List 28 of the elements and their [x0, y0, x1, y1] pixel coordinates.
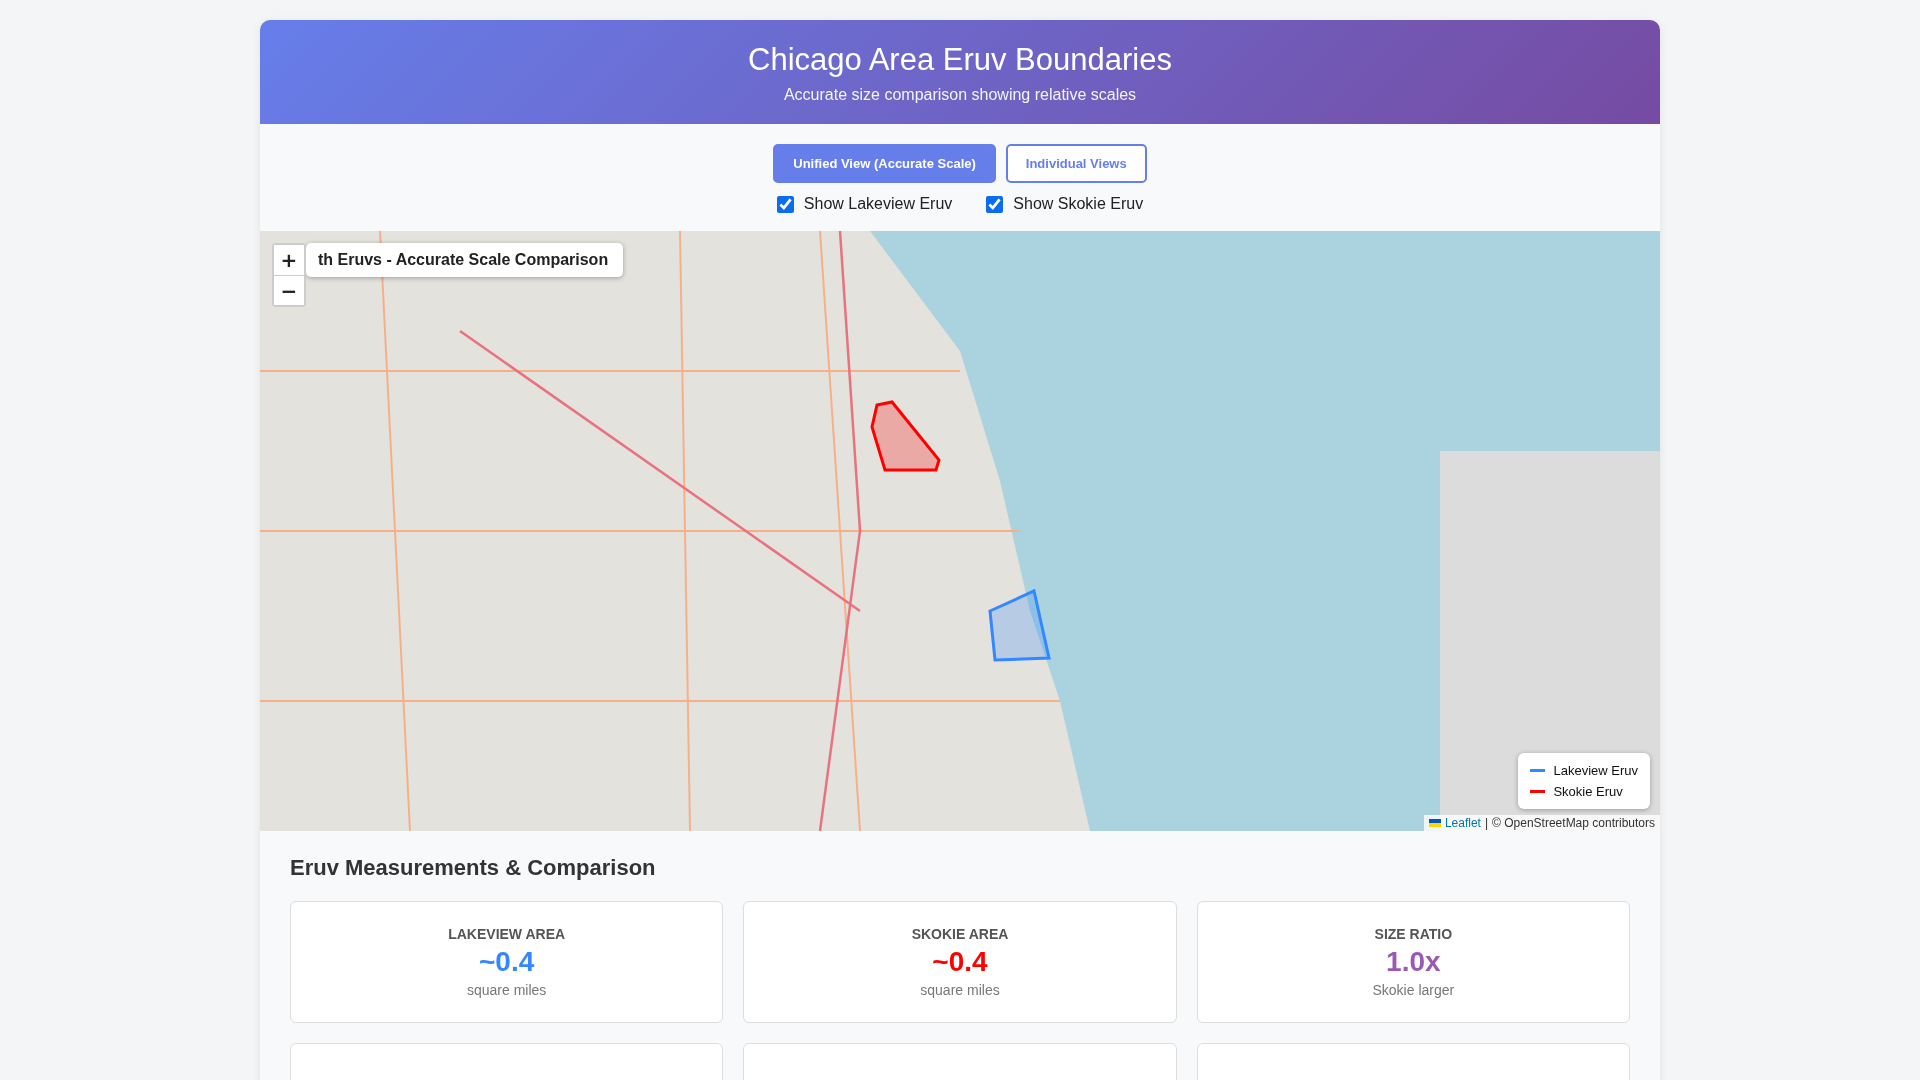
- flag-icon: [1428, 819, 1441, 827]
- map-title: th Eruvs - Accurate Scale Comparison: [306, 243, 624, 277]
- attribution-separator: |: [1484, 816, 1489, 830]
- view-tab[interactable]: Individual Views: [1005, 144, 1147, 183]
- stat-value: 1.0x: [1386, 946, 1441, 978]
- checkbox[interactable]: [986, 195, 1004, 213]
- checkbox-label: Show Lakeview Eruv: [803, 195, 953, 213]
- zoom-out-button[interactable]: −: [274, 275, 304, 305]
- stat-value: ~0.4: [932, 946, 988, 978]
- stat-unit: square miles: [466, 982, 547, 998]
- boundary-polygon[interactable]: [870, 400, 941, 472]
- legend-label: Lakeview Eruv: [1553, 763, 1638, 778]
- section-heading: Eruv Measurements & Comparison: [290, 855, 657, 881]
- boundary-polygon[interactable]: [988, 588, 1051, 662]
- stat-label: SIZE RATIO: [1374, 926, 1453, 942]
- checkbox[interactable]: [776, 195, 794, 213]
- checkbox-label: Show Skokie Eruv: [1013, 195, 1144, 213]
- stat-unit: square miles: [920, 982, 1000, 998]
- stat-unit: Skokie larger: [1372, 982, 1455, 998]
- attribution-text: © OpenStreetMap contributors: [1492, 816, 1655, 830]
- page-title: Chicago Area Eruv Boundaries: [748, 42, 1172, 78]
- leaflet-link[interactable]: Leaflet: [1444, 816, 1481, 830]
- legend-label: Skokie Eruv: [1553, 784, 1623, 799]
- view-tab[interactable]: Unified View (Accurate Scale): [773, 144, 996, 183]
- page-subtitle: Accurate size comparison showing relative scales: [783, 86, 1137, 104]
- stat-label: LAKEVIEW AREA: [448, 926, 566, 942]
- stat-label: SKOKIE AREA: [911, 926, 1009, 942]
- stat-value: ~0.4: [479, 946, 535, 978]
